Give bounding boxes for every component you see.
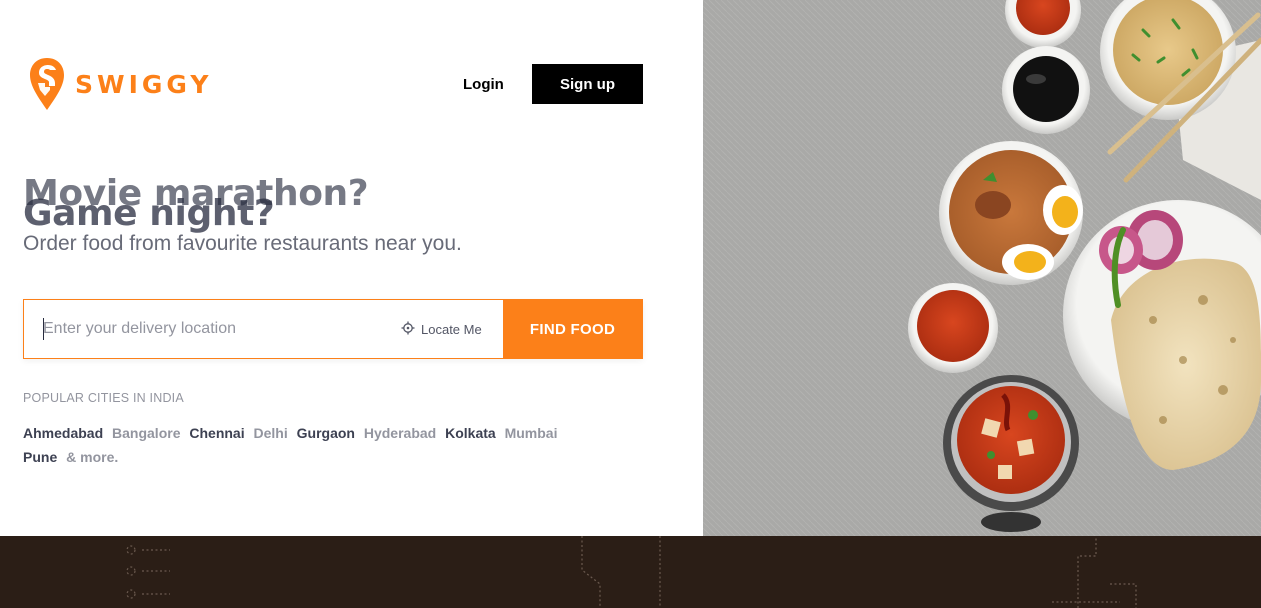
swiggy-logo[interactable]: SWIGGY (28, 56, 212, 112)
locate-me-label: Locate Me (421, 322, 482, 337)
popular-cities-list: Ahmedabad Bangalore Chennai Delhi Gurgao… (23, 421, 623, 469)
find-food-button[interactable]: FIND FOOD (503, 300, 642, 358)
headline-incoming: Game night? (23, 193, 275, 234)
city-link-hyderabad[interactable]: Hyderabad (364, 421, 436, 445)
brand-name: SWIGGY (75, 69, 213, 99)
city-link-chennai[interactable]: Chennai (189, 421, 244, 445)
city-link-ahmedabad[interactable]: Ahmedabad (23, 421, 103, 445)
login-link[interactable]: Login (463, 76, 504, 93)
page-subtitle: Order food from favourite restaurants ne… (23, 232, 462, 255)
location-search-bar: Locate Me FIND FOOD (23, 299, 643, 359)
locate-me-button[interactable]: Locate Me (401, 321, 482, 338)
city-link-kolkata[interactable]: Kolkata (445, 421, 496, 445)
popular-cities-title: POPULAR CITIES IN INDIA (23, 391, 184, 405)
more-cities-link[interactable]: & more. (66, 445, 118, 469)
city-link-mumbai[interactable]: Mumbai (505, 421, 558, 445)
rotating-headline: Movie marathon? Game night? (23, 173, 623, 237)
locate-me-icon (401, 321, 421, 338)
city-link-gurgaon[interactable]: Gurgaon (297, 421, 355, 445)
food-hero-image (703, 0, 1261, 536)
swiggy-logo-icon (28, 56, 66, 112)
landing-left-panel: SWIGGY Login Sign up Movie marathon? Gam… (0, 0, 703, 536)
text-cursor (43, 318, 44, 340)
signup-button[interactable]: Sign up (532, 64, 643, 104)
footer-decorative-strip (0, 536, 1261, 608)
city-link-pune[interactable]: Pune (23, 445, 57, 469)
city-link-delhi[interactable]: Delhi (254, 421, 288, 445)
city-link-bangalore[interactable]: Bangalore (112, 421, 180, 445)
location-field-wrapper: Locate Me (24, 300, 503, 358)
